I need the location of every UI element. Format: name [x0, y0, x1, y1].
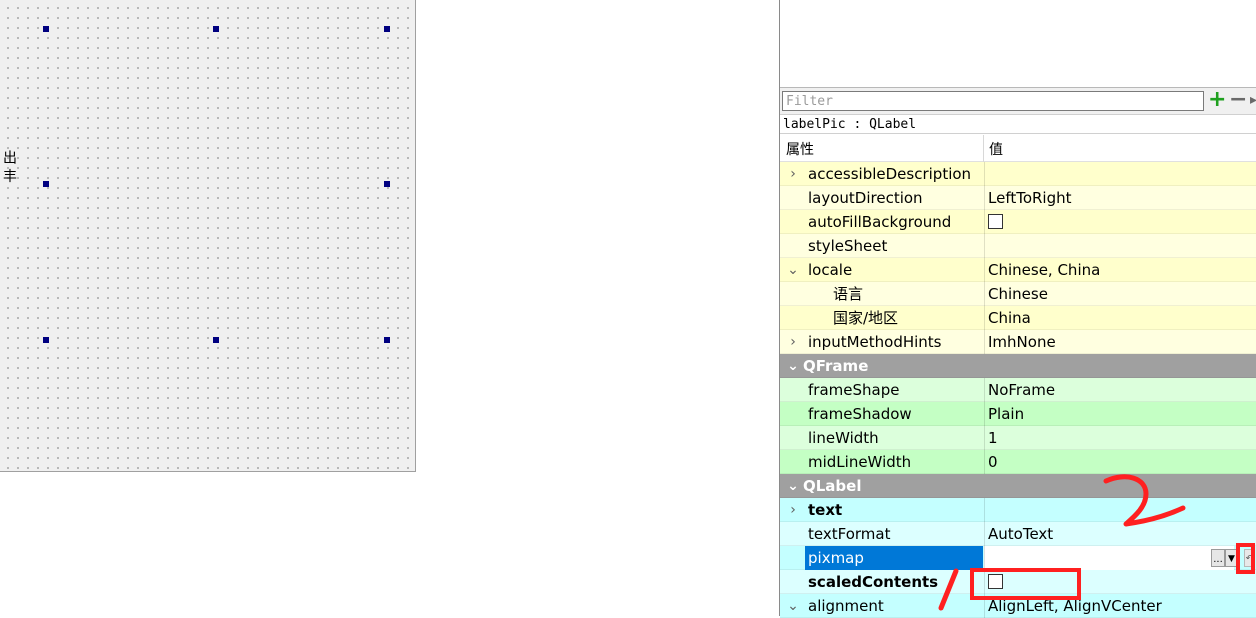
resize-handle-middle-left[interactable]: [43, 181, 49, 187]
chevron-down-icon[interactable]: ⌄: [786, 474, 800, 498]
filter-toolbar: + − ▸: [780, 88, 1256, 114]
minus-icon[interactable]: −: [1229, 89, 1247, 111]
property-value[interactable]: Chinese, China: [984, 258, 1256, 282]
property-value[interactable]: Chinese: [984, 282, 1256, 306]
property-row-style-sheet[interactable]: styleSheet: [780, 234, 1256, 258]
resize-handle-middle-right[interactable]: [384, 181, 390, 187]
selected-property-highlight[interactable]: pixmap: [805, 546, 983, 570]
form-canvas[interactable]: 出 丰: [0, 0, 416, 472]
property-value[interactable]: [984, 498, 1256, 522]
property-name: layoutDirection: [808, 189, 923, 207]
chevron-right-icon[interactable]: ›: [786, 162, 800, 186]
browse-button[interactable]: ...: [1211, 549, 1225, 567]
property-name: pixmap: [808, 549, 864, 567]
chevron-right-icon[interactable]: ›: [786, 330, 800, 354]
property-name: midLineWidth: [808, 453, 912, 471]
property-name: 语言: [833, 285, 864, 303]
property-name: text: [808, 501, 843, 519]
property-value[interactable]: [984, 234, 1256, 258]
property-name: inputMethodHints: [808, 333, 942, 351]
property-value: [984, 210, 1256, 234]
property-name: textFormat: [808, 525, 891, 543]
resize-handle-top-center[interactable]: [213, 26, 219, 32]
annotation-box-reset-button: [1236, 543, 1255, 574]
property-table-header: 属性 值: [780, 135, 1256, 162]
resize-handle-top-left[interactable]: [43, 26, 49, 32]
property-row-frame-shadow[interactable]: frameShadow Plain: [780, 402, 1256, 426]
property-value[interactable]: 0: [984, 450, 1256, 474]
property-row-auto-fill-background[interactable]: autoFillBackground: [780, 210, 1256, 234]
auto-fill-background-checkbox[interactable]: [988, 214, 1003, 229]
property-name: lineWidth: [808, 429, 879, 447]
property-editor-panel: + − ▸ labelPic : QLabel 属性 值 › accessibl…: [779, 0, 1256, 618]
filter-input[interactable]: [782, 91, 1204, 111]
property-name: frameShadow: [808, 405, 912, 423]
property-column-header[interactable]: 属性: [786, 139, 814, 159]
group-name: QFrame: [803, 357, 869, 375]
resize-handle-top-right[interactable]: [384, 26, 390, 32]
property-name: frameShape: [808, 381, 900, 399]
object-class-label: labelPic : QLabel: [780, 114, 1256, 134]
property-row-input-method-hints[interactable]: › inputMethodHints ImhNone: [780, 330, 1256, 354]
property-value[interactable]: Plain: [984, 402, 1256, 426]
property-name: autoFillBackground: [808, 213, 952, 231]
group-header-qframe[interactable]: ⌄ QFrame: [780, 354, 1256, 378]
more-tools-icon[interactable]: ▸: [1250, 89, 1256, 111]
property-value[interactable]: ImhNone: [984, 330, 1256, 354]
property-row-frame-shape[interactable]: frameShape NoFrame: [780, 378, 1256, 402]
vertical-label: 出 丰: [1, 150, 17, 183]
resize-handle-bottom-left[interactable]: [43, 337, 49, 343]
property-value[interactable]: AutoText: [984, 522, 1256, 546]
pixmap-value-editor[interactable]: ... ▼: [984, 546, 1238, 570]
property-row-line-width[interactable]: lineWidth 1: [780, 426, 1256, 450]
value-column-header[interactable]: 值: [989, 139, 1003, 159]
property-row-accessible-description[interactable]: › accessibleDescription: [780, 162, 1256, 186]
property-row-layout-direction[interactable]: layoutDirection LeftToRight: [780, 186, 1256, 210]
group-name: QLabel: [803, 477, 862, 495]
plus-icon[interactable]: +: [1208, 89, 1226, 111]
property-value[interactable]: LeftToRight: [984, 186, 1256, 210]
column-divider[interactable]: [983, 135, 984, 162]
property-name: alignment: [808, 597, 884, 615]
chevron-down-icon[interactable]: ⌄: [786, 594, 800, 618]
property-value[interactable]: 1: [984, 426, 1256, 450]
property-row-text-format[interactable]: textFormat AutoText: [780, 522, 1256, 546]
chevron-down-icon[interactable]: ⌄: [786, 354, 800, 378]
resize-handle-bottom-center[interactable]: [213, 337, 219, 343]
property-row-mid-line-width[interactable]: midLineWidth 0: [780, 450, 1256, 474]
chevron-down-icon[interactable]: ⌄: [786, 258, 800, 282]
property-row-text[interactable]: › text: [780, 498, 1256, 522]
property-row-pixmap[interactable]: pixmap ... ▼ ↶: [780, 546, 1256, 570]
property-name: locale: [808, 261, 853, 279]
chevron-right-icon[interactable]: ›: [786, 498, 800, 522]
property-row-language[interactable]: 语言 Chinese: [780, 282, 1256, 306]
property-row-country[interactable]: 国家/地区 China: [780, 306, 1256, 330]
property-value[interactable]: China: [984, 306, 1256, 330]
group-header-qlabel[interactable]: ⌄ QLabel: [780, 474, 1256, 498]
property-value[interactable]: [984, 162, 1256, 186]
property-name: 国家/地区: [833, 309, 899, 327]
property-table: › accessibleDescription layoutDirection …: [780, 162, 1256, 618]
property-name: scaledContents: [808, 573, 939, 591]
property-name: styleSheet: [808, 237, 888, 255]
property-row-locale[interactable]: ⌄ locale Chinese, China: [780, 258, 1256, 282]
object-inspector-area: [780, 0, 1256, 88]
annotation-box-scaled-contents: [970, 568, 1081, 600]
property-name: accessibleDescription: [808, 165, 972, 183]
property-value[interactable]: NoFrame: [984, 378, 1256, 402]
resize-handle-bottom-right[interactable]: [384, 337, 390, 343]
